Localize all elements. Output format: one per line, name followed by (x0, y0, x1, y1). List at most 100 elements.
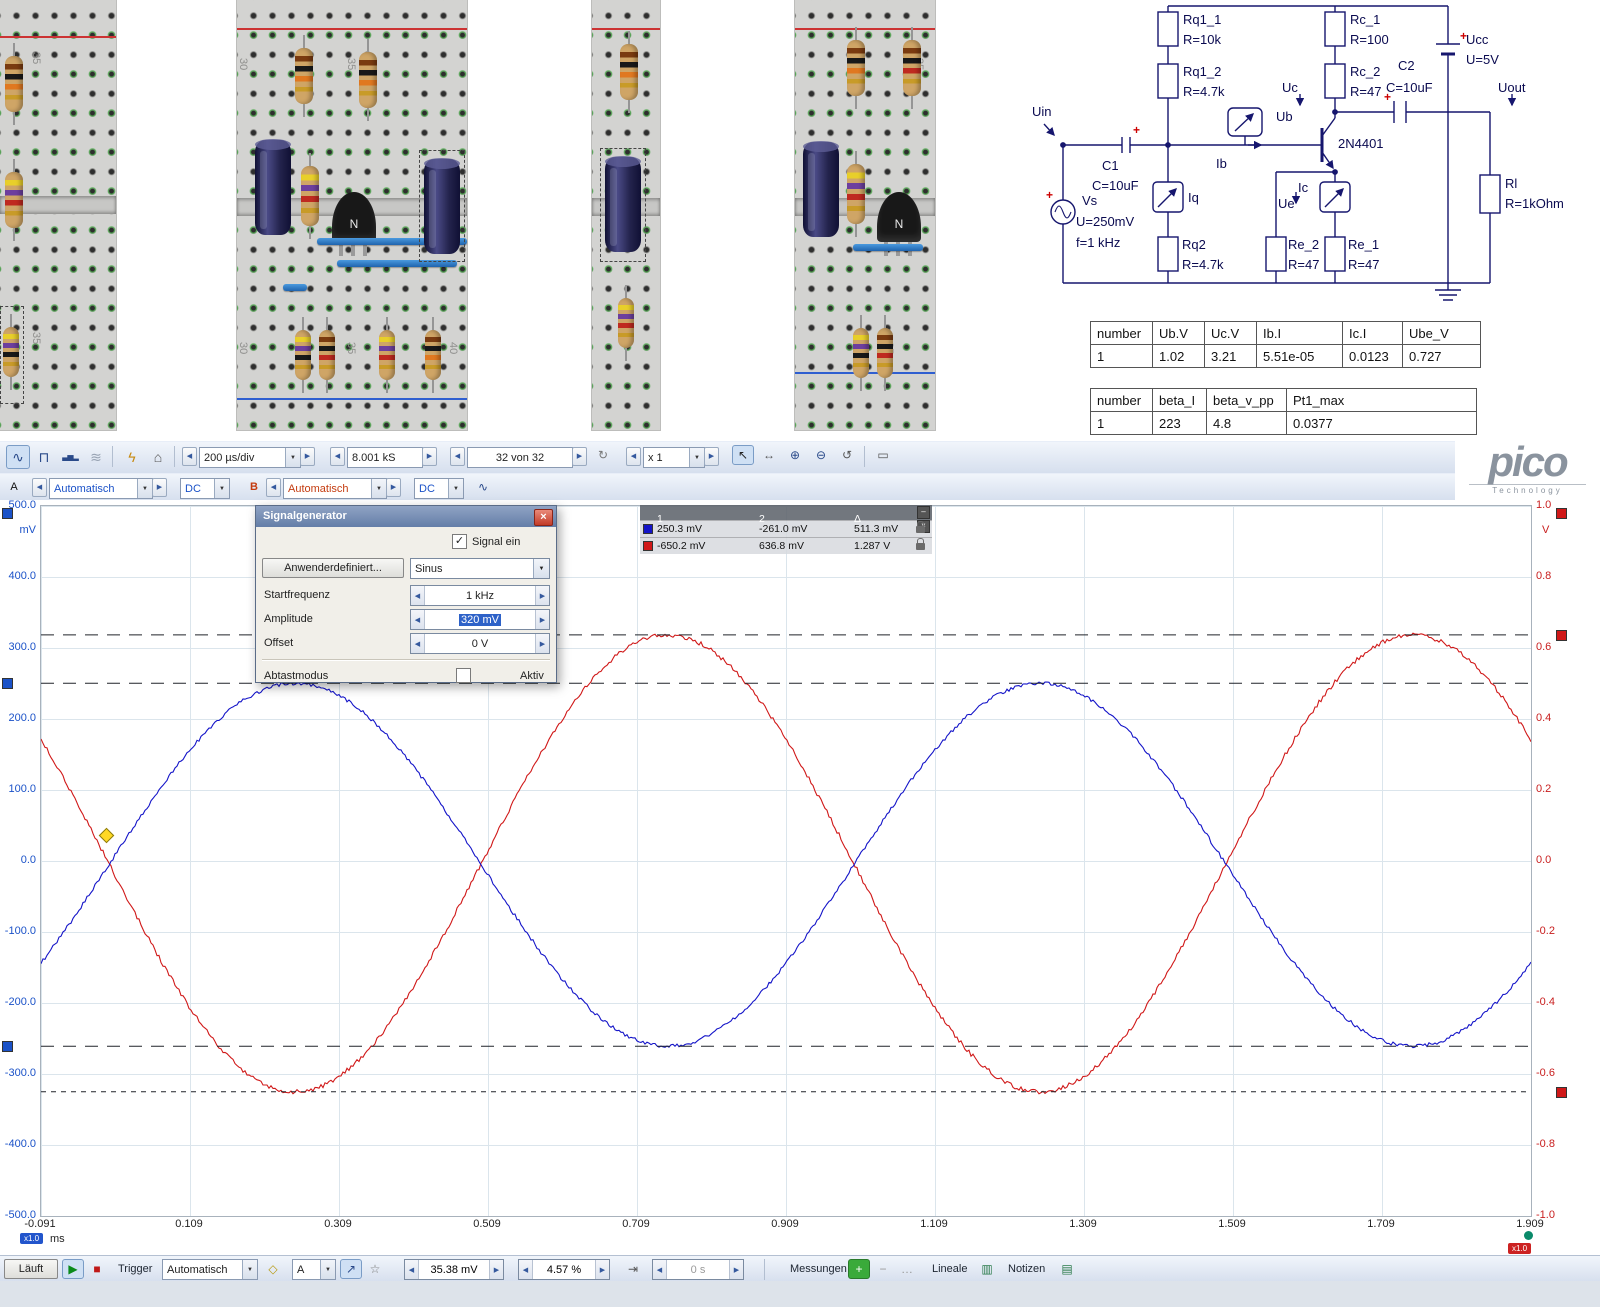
home-button[interactable]: ⌂ (146, 445, 170, 469)
chevron-down-icon[interactable]: ▼ (533, 559, 549, 578)
channel-a-range-prev[interactable]: ◀ (32, 478, 47, 497)
resistor (847, 40, 865, 96)
zoom-undo-button[interactable]: ↺ (836, 445, 858, 465)
pretrigger-spinner[interactable]: ◀ 4.57 % ▶ (518, 1259, 610, 1280)
brand-logo: pico Technology (1455, 440, 1600, 500)
frequency-spinner[interactable]: ◀ 1 kHz ▶ (410, 585, 550, 606)
breadboard-3 (592, 0, 660, 430)
trigger-level-spinner[interactable]: ◀ 35.38 mV ▶ (404, 1259, 504, 1280)
buffer-nav-field[interactable]: 32 von 32 (467, 447, 573, 468)
channel-a-range-next[interactable]: ▶ (152, 478, 167, 497)
zoom-next-button[interactable]: ▶ (704, 447, 719, 466)
timebase-next-button[interactable]: ▶ (300, 447, 315, 466)
user-defined-button[interactable]: Anwenderdefiniert... (262, 558, 404, 578)
ruler-handle[interactable] (1556, 630, 1567, 641)
chevron-down-icon[interactable]: ▼ (371, 479, 386, 498)
zoom-out-button[interactable]: ⊖ (810, 445, 832, 465)
table-cell: 0.0377 (1287, 412, 1477, 435)
zoom-prev-button[interactable]: ◀ (626, 447, 641, 466)
marquee-zoom-button[interactable]: ▭ (872, 445, 894, 465)
spin-right-icon[interactable]: ▶ (489, 1260, 503, 1279)
close-icon[interactable]: × (534, 509, 553, 526)
remove-measurement-button[interactable]: − (872, 1259, 894, 1279)
legend-minimize-icon[interactable]: – (917, 506, 930, 519)
label-re-1: Re_1 (1348, 237, 1379, 252)
trigger-source-select[interactable]: A ▼ (292, 1259, 336, 1280)
samples-prev-button[interactable]: ◀ (330, 447, 345, 466)
signal-generator-button[interactable]: ∿ (472, 477, 494, 497)
buffer-overview-button[interactable]: ↻ (592, 445, 614, 465)
trigger-marker-button[interactable]: ◇ (262, 1259, 284, 1279)
lock-icon[interactable] (916, 543, 925, 550)
spin-right-icon[interactable]: ▶ (535, 610, 549, 629)
spin-left-icon[interactable]: ◀ (519, 1260, 533, 1279)
spin-left-icon[interactable]: ◀ (411, 634, 425, 653)
probe-setup-button[interactable]: ϟ (120, 445, 144, 469)
dialog-titlebar[interactable]: Signalgenerator × (256, 506, 556, 527)
ruler-handle[interactable] (2, 1041, 13, 1052)
timebase-select[interactable]: 200 µs/div ▼ (199, 447, 301, 468)
stop-button[interactable]: ■ (86, 1259, 108, 1279)
select-tool-button[interactable]: ↖ (732, 445, 754, 465)
chevron-down-icon[interactable]: ▼ (320, 1260, 335, 1279)
add-measurement-button[interactable]: + (848, 1259, 870, 1279)
amplitude-spinner[interactable]: ◀ 320 mV ▶ (410, 609, 550, 630)
ruler-handle[interactable] (2, 678, 13, 689)
ac-results-table: number beta_I beta_v_pp Pt1_max 1 223 4.… (1090, 388, 1477, 435)
advanced-trigger-button[interactable]: ☆ (364, 1259, 386, 1279)
samples-next-button[interactable]: ▶ (422, 447, 437, 466)
channel-b-button[interactable]: B (244, 477, 264, 497)
trigger-mode-select[interactable]: Automatisch ▼ (162, 1259, 258, 1280)
square-view-button[interactable]: ⊓ (32, 445, 56, 469)
chevron-down-icon[interactable]: ▼ (242, 1260, 257, 1279)
edit-measurement-button[interactable]: … (896, 1259, 918, 1279)
sampling-mode-label: Abtastmodus (264, 670, 328, 682)
spectrum-view-button[interactable]: ▃▅▂ (58, 445, 82, 469)
signal-on-checkbox[interactable]: ✓ (452, 534, 467, 549)
sampling-active-checkbox[interactable] (456, 668, 471, 683)
spin-right-icon[interactable]: ▶ (595, 1260, 609, 1279)
notes-label: Notizen (1008, 1263, 1045, 1275)
run-button[interactable]: Läuft (4, 1259, 58, 1279)
buffer-next-button[interactable]: ▶ (572, 447, 587, 466)
chevron-down-icon[interactable]: ▼ (689, 448, 704, 467)
offset-spinner[interactable]: ◀ 0 V ▶ (410, 633, 550, 654)
channel-a-button[interactable]: A (4, 477, 24, 497)
zero-delay-button[interactable]: ⇥ (622, 1259, 644, 1279)
chevron-down-icon[interactable]: ▼ (214, 479, 229, 498)
ruler-legend-overlay[interactable]: 1 2 Δ –× 250.3 mV -261.0 mV 511.3 mV -65… (640, 505, 932, 554)
chevron-down-icon[interactable]: ▼ (137, 479, 152, 498)
ruler-handle[interactable] (1556, 1087, 1567, 1098)
lock-icon[interactable] (916, 526, 925, 533)
buffer-prev-button[interactable]: ◀ (450, 447, 465, 466)
zoom-select[interactable]: x 1 ▼ (643, 447, 705, 468)
channel-b-range-prev[interactable]: ◀ (266, 478, 281, 497)
spin-left-icon[interactable]: ◀ (411, 610, 425, 629)
channel-b-coupling-select[interactable]: DC ▼ (414, 478, 464, 499)
channel-a-coupling-select[interactable]: DC ▼ (180, 478, 230, 499)
channel-b-range-select[interactable]: Automatisch ▼ (283, 478, 387, 499)
chevron-down-icon[interactable]: ▼ (448, 479, 463, 498)
right-axis-marker[interactable] (1556, 508, 1567, 519)
rulers-button[interactable]: ▥ (976, 1259, 998, 1279)
pan-tool-button[interactable]: ↔ (758, 445, 780, 465)
zoom-in-button[interactable]: ⊕ (784, 445, 806, 465)
spin-left-icon[interactable]: ◀ (405, 1260, 419, 1279)
channel-a-range-select[interactable]: Automatisch ▼ (49, 478, 153, 499)
rising-edge-button[interactable]: ↗ (340, 1259, 362, 1279)
waveform-select[interactable]: Sinus ▼ (410, 558, 550, 579)
left-axis-marker[interactable] (2, 508, 13, 519)
play-button[interactable]: ▶ (62, 1259, 84, 1279)
persistence-view-button[interactable]: ≋ (84, 445, 108, 469)
sample-count-field[interactable]: 8.001 kS (347, 447, 423, 468)
channel-b-range-next[interactable]: ▶ (386, 478, 401, 497)
timebase-prev-button[interactable]: ◀ (182, 447, 197, 466)
spin-right-icon[interactable]: ▶ (535, 586, 549, 605)
notes-button[interactable]: ▤ (1056, 1259, 1078, 1279)
spin-left-icon[interactable]: ◀ (411, 586, 425, 605)
x-axis-tick-label: 0.309 (310, 1218, 366, 1230)
chevron-down-icon[interactable]: ▼ (285, 448, 300, 467)
table-cell: 0.727 (1403, 345, 1481, 368)
scope-view-button[interactable]: ∿ (6, 445, 30, 469)
spin-right-icon[interactable]: ▶ (535, 634, 549, 653)
